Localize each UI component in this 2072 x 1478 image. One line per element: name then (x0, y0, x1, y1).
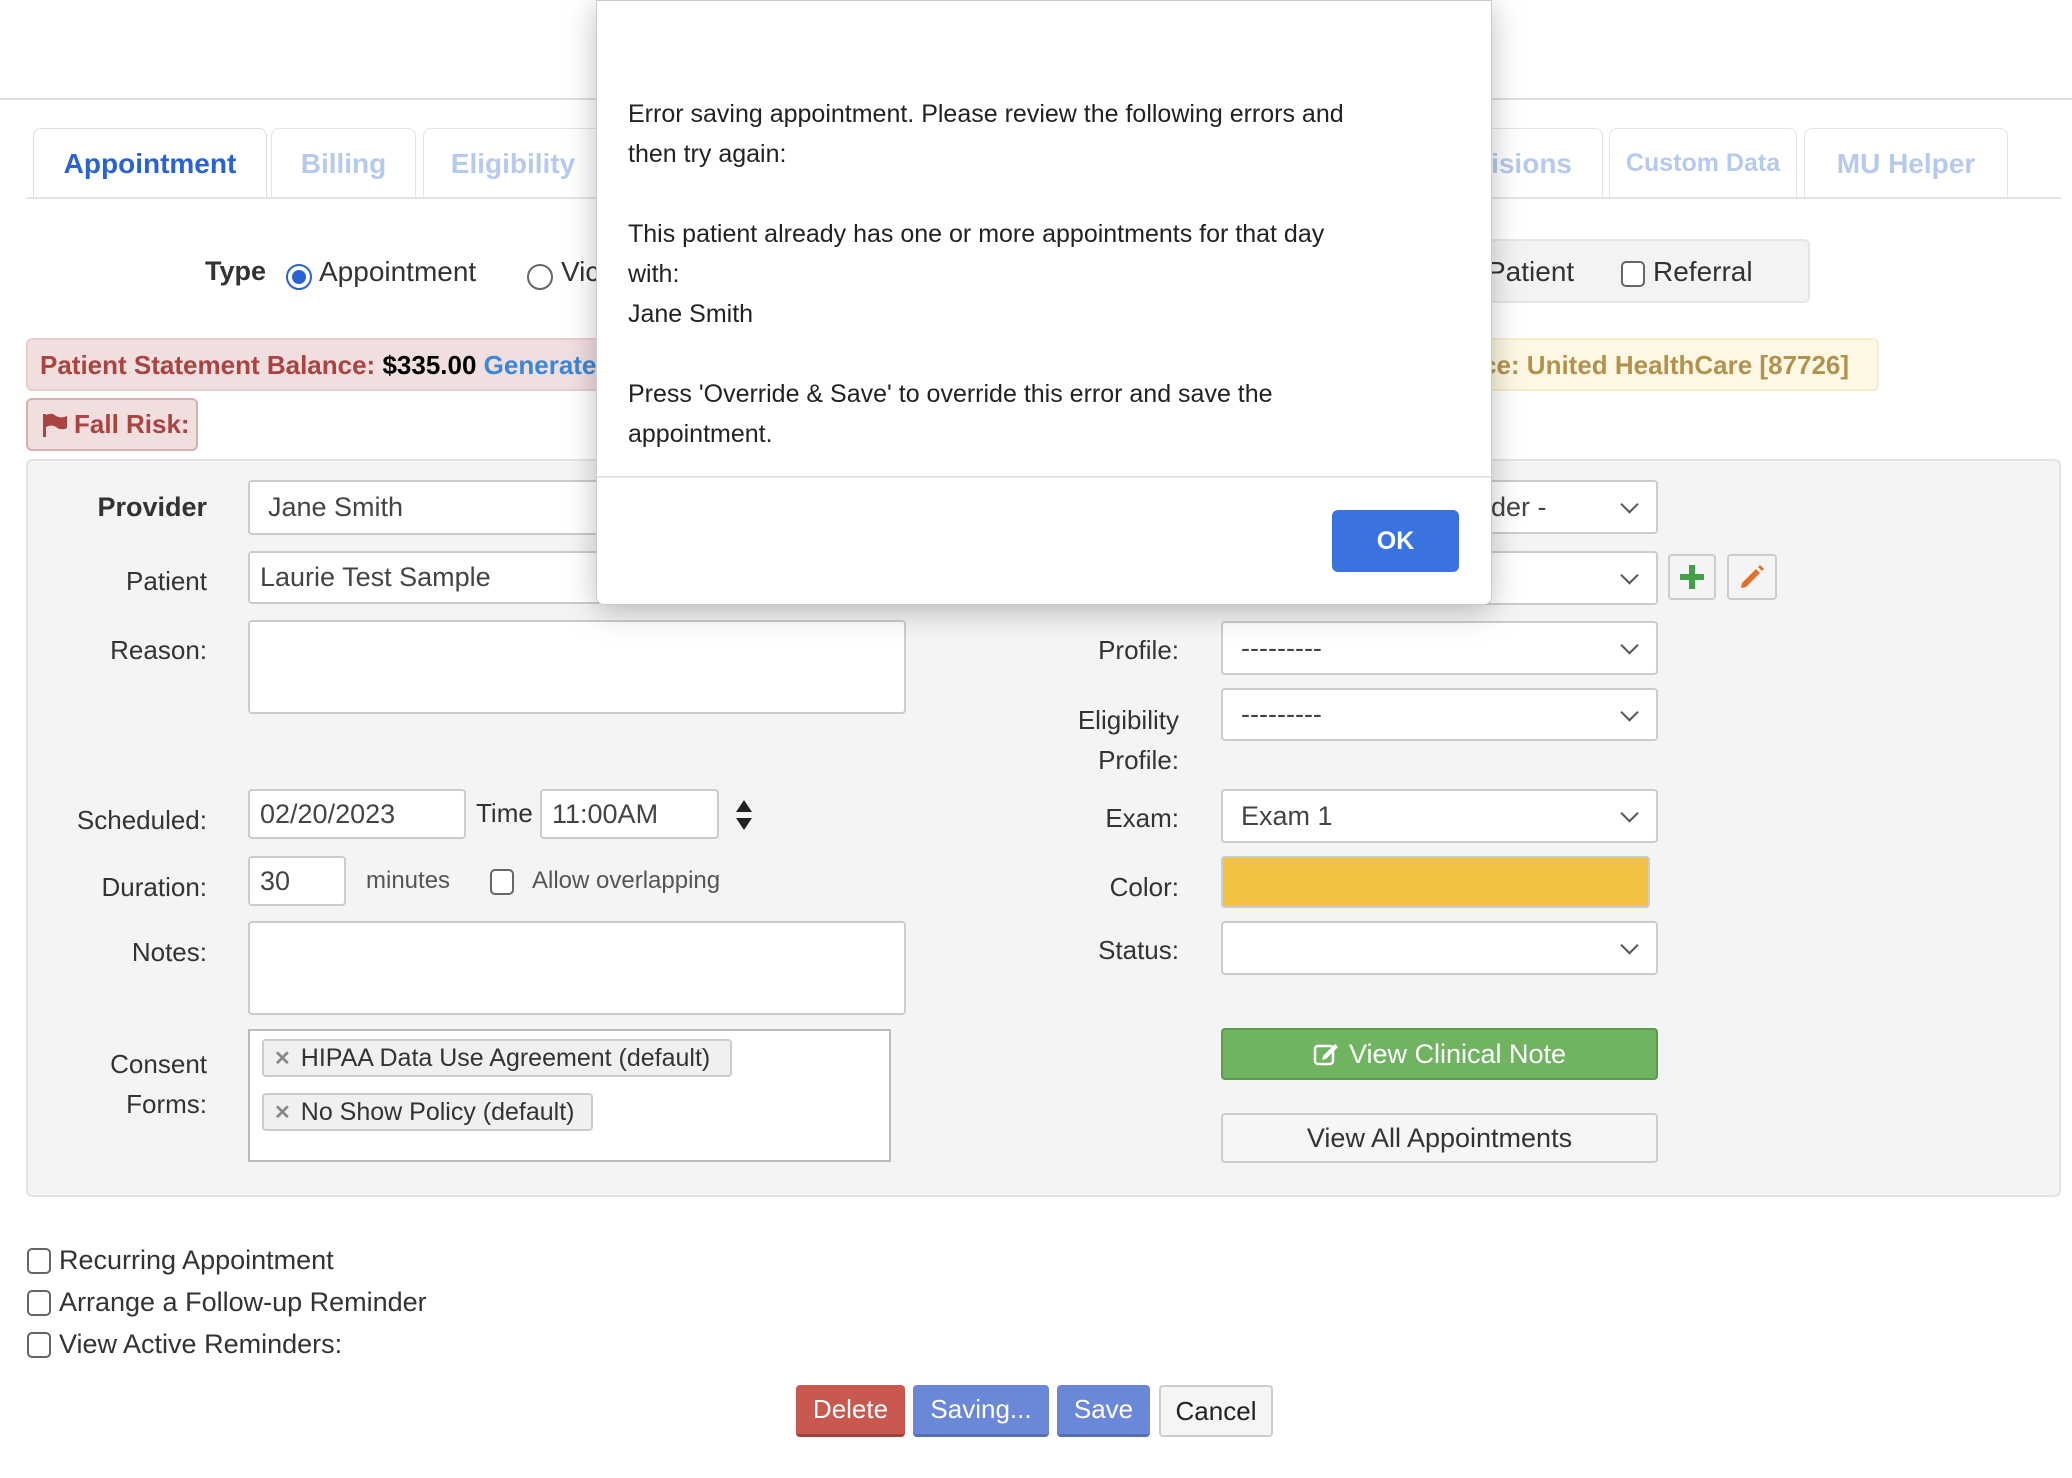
profile-label: Profile: (1098, 635, 1179, 665)
dialog-message-line: appointment. (628, 420, 773, 448)
radio-other-label: Vic (561, 256, 600, 287)
add-button[interactable] (1668, 554, 1716, 600)
eligibility-profile-label: Eligibility Profile: (1077, 705, 1179, 775)
dialog-message-line: with: (628, 260, 680, 288)
edit-note-icon (1313, 1044, 1338, 1066)
fall-risk-badge: Fall Risk: (26, 398, 198, 451)
view-clinical-note-button[interactable]: View Clinical Note (1221, 1028, 1658, 1080)
patient-label: Patient (126, 566, 207, 596)
generate-link[interactable]: Generate (484, 350, 597, 380)
active-reminders-checkbox[interactable] (27, 1332, 51, 1358)
dialog-message-line: Jane Smith (628, 300, 754, 328)
radio-other[interactable] (527, 264, 553, 290)
eligibility-profile-select[interactable]: --------- (1221, 688, 1658, 741)
dialog-message-line: then try again: (628, 140, 787, 168)
status-select[interactable] (1221, 921, 1658, 975)
insurance-text: ce: United HealthCare [87726] (1482, 350, 1850, 380)
color-picker[interactable] (1221, 856, 1650, 908)
dialog-message-line: Press 'Override & Save' to override this… (628, 380, 1273, 408)
tab-mu-helper[interactable]: MU Helper (1804, 128, 2008, 198)
save-button[interactable]: Save (1057, 1385, 1150, 1437)
exam-select[interactable]: Exam 1 (1221, 789, 1658, 843)
delete-button[interactable]: Delete (796, 1385, 905, 1437)
saving-button[interactable]: Saving... (913, 1385, 1049, 1437)
patient-flag-label: Patient (1487, 256, 1575, 287)
consent-label: Consent Forms: (110, 1049, 207, 1119)
reason-textarea[interactable] (248, 620, 906, 714)
follow-up-checkbox[interactable] (27, 1290, 51, 1316)
pencil-icon (1741, 565, 1764, 588)
status-label: Status: (1098, 935, 1179, 965)
date-input[interactable]: 02/20/2023 (248, 789, 466, 839)
cancel-button[interactable]: Cancel (1159, 1385, 1273, 1437)
referral-label-text: Referral (1653, 256, 1753, 287)
allow-overlap-label: Allow overlapping (532, 867, 721, 894)
recurring-label: Recurring Appointment (59, 1245, 334, 1275)
time-input[interactable]: 11:00AM (540, 789, 719, 839)
notes-textarea[interactable] (248, 921, 906, 1015)
consent-tag: ✕ HIPAA Data Use Agreement (default) (262, 1039, 732, 1077)
duration-label: Duration: (101, 872, 208, 902)
tab-appointment[interactable]: Appointment (33, 128, 267, 198)
recurring-checkbox[interactable] (27, 1248, 51, 1274)
view-all-appointments-button[interactable]: View All Appointments (1221, 1113, 1658, 1163)
radio-appointment-label: Appointment (319, 256, 477, 287)
tab-custom-data[interactable]: Custom Data (1609, 128, 1797, 198)
remove-tag-icon[interactable]: ✕ (274, 1100, 291, 1125)
allow-overlap-checkbox[interactable] (490, 869, 514, 895)
provider-input[interactable]: Jane Smith (248, 480, 648, 535)
active-reminders-label: View Active Reminders: (59, 1329, 343, 1359)
exam-label: Exam: (1105, 803, 1179, 833)
duration-input[interactable]: 30 (248, 856, 346, 906)
plus-icon (1680, 565, 1704, 589)
dialog-divider (597, 476, 1491, 478)
profile-select[interactable]: --------- (1221, 621, 1658, 675)
follow-up-label: Arrange a Follow-up Reminder (59, 1287, 427, 1317)
referral-checkbox[interactable] (1621, 261, 1645, 287)
edit-button[interactable] (1727, 554, 1777, 600)
radio-appointment[interactable] (286, 264, 312, 290)
type-label: Type (205, 256, 267, 286)
time-spinner-icon[interactable] (734, 798, 754, 832)
remove-tag-icon[interactable]: ✕ (274, 1046, 291, 1071)
time-label: Time (476, 798, 533, 828)
tab-eligibility[interactable]: Eligibility (423, 128, 603, 198)
scheduled-label: Scheduled: (76, 805, 207, 835)
patient-input[interactable]: Laurie Test Sample (248, 551, 648, 604)
provider-label: Provider (97, 492, 207, 522)
ok-button[interactable]: OK (1332, 510, 1459, 572)
balance-amount: $335.00 (382, 350, 477, 380)
notes-label: Notes: (131, 937, 207, 967)
reason-label: Reason: (110, 635, 207, 665)
dialog-message-line: Error saving appointment. Please review … (628, 100, 1344, 128)
color-label: Color: (1109, 872, 1179, 902)
flag-icon (43, 413, 67, 437)
dialog-message-line: This patient already has one or more app… (628, 220, 1325, 248)
minutes-label: minutes (366, 867, 451, 894)
consent-tag: ✕ No Show Policy (default) (262, 1093, 593, 1131)
tab-billing[interactable]: Billing (271, 128, 416, 198)
balance-text: Patient Statement Balance: $335.00 Gener… (40, 350, 597, 380)
